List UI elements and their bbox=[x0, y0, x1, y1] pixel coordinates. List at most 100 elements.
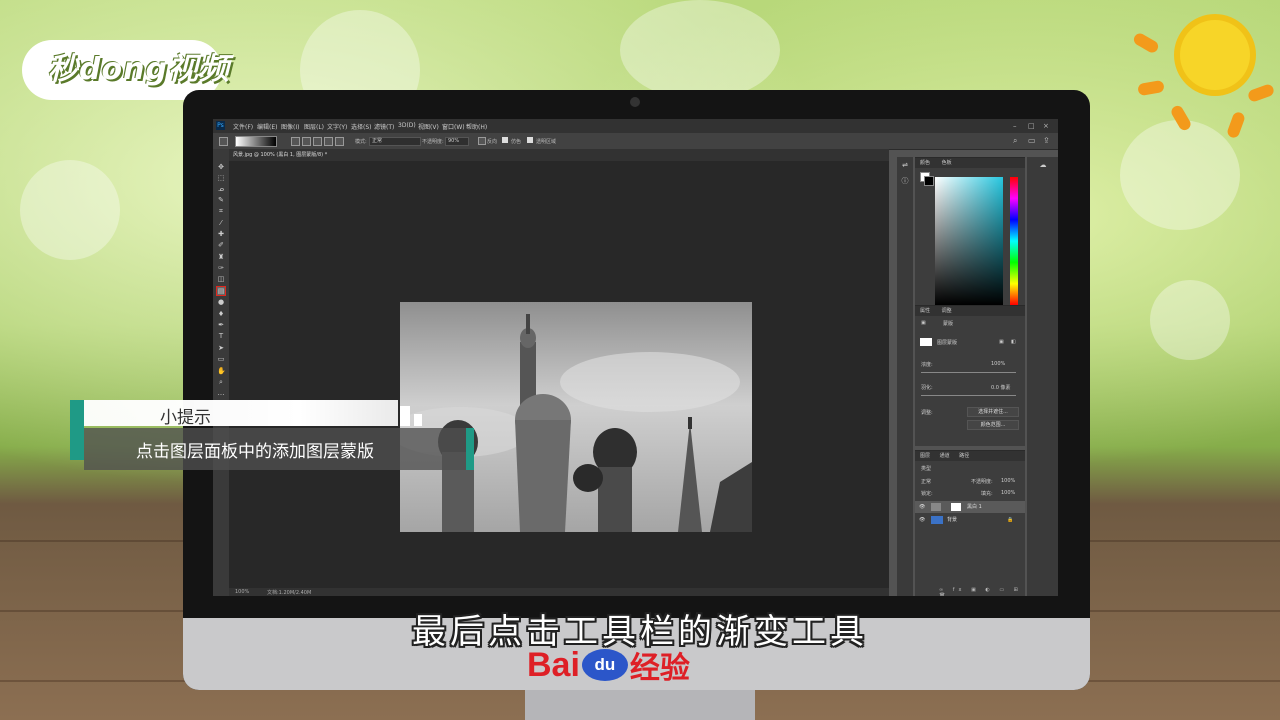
move-tool-icon[interactable]: ✥ bbox=[217, 163, 225, 171]
menu-3d[interactable]: 3D(D) bbox=[398, 122, 416, 129]
tip-overlay: 小提示 点击图层面板中的添加图层蒙版 bbox=[70, 400, 475, 470]
layer-row[interactable]: 👁 黑白 1 bbox=[915, 501, 1025, 513]
libraries-icon[interactable]: ☁ bbox=[1039, 161, 1047, 169]
clone-stamp-tool-icon[interactable]: ♜ bbox=[217, 253, 225, 261]
select-and-mask-button[interactable]: 选择并遮住... bbox=[967, 407, 1019, 417]
zoom-tool-icon[interactable]: ⌕ bbox=[217, 378, 225, 386]
menu-layer[interactable]: 图层(L) bbox=[304, 122, 324, 131]
info-panel-icon[interactable]: ⓘ bbox=[901, 177, 909, 185]
history-brush-tool-icon[interactable]: ✑ bbox=[217, 264, 225, 272]
status-bar: 100% 文档:1.20M/2.40M bbox=[229, 588, 889, 596]
background-color-swatch[interactable] bbox=[924, 176, 934, 186]
feather-slider[interactable] bbox=[921, 395, 1016, 396]
photoshop-window: Ps 文件(F) 编辑(E) 图像(I) 图层(L) 文字(Y) 选择(S) 滤… bbox=[213, 119, 1058, 596]
right-dock-strip: ☁ bbox=[1027, 157, 1058, 596]
canvas-area[interactable] bbox=[229, 161, 889, 588]
menu-file[interactable]: 文件(F) bbox=[233, 122, 253, 131]
lasso-tool-icon[interactable]: ᓄ bbox=[217, 185, 225, 193]
search-icon[interactable]: ⌕ bbox=[1013, 136, 1017, 146]
monitor-stand bbox=[525, 690, 755, 720]
opacity-label: 不透明度: bbox=[422, 139, 444, 145]
mode-select[interactable]: 正常 bbox=[369, 137, 421, 146]
radial-gradient-icon[interactable] bbox=[302, 137, 311, 146]
brush-tool-icon[interactable]: ✐ bbox=[217, 241, 225, 249]
diamond-gradient-icon[interactable] bbox=[335, 137, 344, 146]
menu-help[interactable]: 帮助(H) bbox=[466, 122, 487, 131]
gradient-tool-icon[interactable]: ▤ bbox=[216, 286, 226, 296]
feather-value[interactable]: 0.0 像素 bbox=[991, 384, 1011, 391]
hand-tool-icon[interactable]: ✋ bbox=[217, 367, 226, 375]
menu-window[interactable]: 窗口(W) bbox=[442, 122, 465, 131]
menu-select[interactable]: 选择(S) bbox=[351, 122, 372, 131]
baidu-logo-jingyan: 经验 bbox=[629, 651, 690, 686]
bokeh-light bbox=[1150, 280, 1230, 360]
healing-brush-tool-icon[interactable]: ✚ bbox=[217, 230, 225, 238]
tab-properties[interactable]: 属性 bbox=[920, 308, 930, 314]
close-icon[interactable]: × bbox=[1043, 122, 1049, 130]
blur-tool-icon[interactable]: ● bbox=[217, 298, 225, 306]
transparency-checkbox[interactable] bbox=[527, 137, 533, 143]
lock-label: 锁定: bbox=[921, 491, 933, 497]
eyedropper-tool-icon[interactable]: ⁄ bbox=[217, 219, 225, 227]
gradient-tool-preset-icon[interactable] bbox=[219, 137, 228, 146]
workspace-icon[interactable]: ▭ bbox=[1028, 136, 1036, 145]
reflected-gradient-icon[interactable] bbox=[324, 137, 333, 146]
menu-filter[interactable]: 滤镜(T) bbox=[374, 122, 394, 131]
hue-slider[interactable] bbox=[1010, 177, 1018, 305]
tab-channels[interactable]: 通道 bbox=[940, 453, 950, 459]
layer-mask-thumbnail[interactable] bbox=[951, 503, 961, 511]
fill-label: 填充: bbox=[981, 491, 993, 497]
baidu-jingyan-logo: Bai du 经验 bbox=[527, 645, 690, 687]
pen-tool-icon[interactable]: ✒ bbox=[217, 321, 225, 329]
dodge-tool-icon[interactable]: ♦ bbox=[217, 310, 225, 318]
marquee-tool-icon[interactable]: ⬚ bbox=[217, 174, 225, 182]
quick-select-tool-icon[interactable]: ✎ bbox=[217, 196, 225, 204]
tab-layers[interactable]: 图层 bbox=[920, 453, 930, 459]
pixel-mask-icon[interactable]: ▣ bbox=[999, 339, 1004, 345]
minimize-icon[interactable]: – bbox=[1013, 122, 1017, 130]
eraser-tool-icon[interactable]: ◫ bbox=[217, 275, 225, 283]
tools-panel: ✥ ⬚ ᓄ ✎ ⌗ ⁄ ✚ ✐ ♜ ✑ ◫ ▤ ● ♦ ✒ T ➤ ▭ ✋ ⌕ … bbox=[213, 149, 229, 596]
eye-icon[interactable]: 👁 bbox=[919, 514, 925, 526]
menu-image[interactable]: 图像(I) bbox=[281, 122, 299, 131]
blend-mode-select[interactable]: 正常 bbox=[921, 478, 931, 485]
share-icon[interactable]: ⇪ bbox=[1043, 136, 1050, 145]
density-slider[interactable] bbox=[921, 372, 1016, 373]
tab-color[interactable]: 颜色 bbox=[920, 160, 930, 166]
vector-mask-icon[interactable]: ◧ bbox=[1011, 339, 1016, 345]
angle-gradient-icon[interactable] bbox=[313, 137, 322, 146]
layer-opacity-label: 不透明度: bbox=[971, 479, 993, 485]
opacity-input[interactable]: 90% bbox=[445, 137, 469, 146]
more-tools-icon[interactable]: … bbox=[217, 389, 225, 397]
menu-view[interactable]: 视图(V) bbox=[418, 122, 439, 131]
shape-tool-icon[interactable]: ▭ bbox=[217, 355, 225, 363]
history-panel-icon[interactable]: ⇌ bbox=[901, 161, 909, 169]
dither-checkbox[interactable] bbox=[502, 137, 508, 143]
fill-value[interactable]: 100% bbox=[1001, 490, 1015, 496]
eye-icon[interactable]: 👁 bbox=[919, 501, 925, 513]
menu-edit[interactable]: 编辑(E) bbox=[257, 122, 277, 131]
transparency-label: 透明区域 bbox=[536, 139, 557, 145]
document-tab[interactable]: 风景.jpg @ 100% (黑白 1, 图层蒙版/8) * bbox=[233, 151, 327, 158]
type-tool-icon[interactable]: T bbox=[217, 332, 225, 340]
tab-paths[interactable]: 路径 bbox=[959, 453, 969, 459]
bokeh-light bbox=[620, 0, 780, 100]
maximize-icon[interactable]: □ bbox=[1028, 122, 1035, 130]
gradient-picker[interactable] bbox=[235, 136, 277, 147]
sun-icon bbox=[1180, 20, 1250, 90]
layers-bottom-actions[interactable]: ∞ fx ▣ ◐ ▭ ⊞ 🗑 bbox=[939, 587, 1025, 596]
path-select-tool-icon[interactable]: ➤ bbox=[217, 344, 225, 352]
layer-opacity-value[interactable]: 100% bbox=[1001, 478, 1015, 484]
crop-tool-icon[interactable]: ⌗ bbox=[217, 207, 225, 215]
color-picker-field[interactable] bbox=[935, 177, 1003, 305]
density-value[interactable]: 100% bbox=[991, 361, 1005, 367]
brand-logo: 秒dong视频 bbox=[48, 52, 230, 87]
tab-adjustments[interactable]: 调整 bbox=[942, 308, 952, 314]
linear-gradient-icon[interactable] bbox=[291, 137, 300, 146]
reverse-checkbox[interactable] bbox=[478, 137, 486, 145]
menu-type[interactable]: 文字(Y) bbox=[327, 122, 347, 131]
filter-kind-select[interactable]: 类型 bbox=[921, 465, 931, 472]
tab-swatches[interactable]: 色板 bbox=[942, 160, 952, 166]
layer-row[interactable]: 👁 背景 🔒 bbox=[915, 514, 1025, 526]
color-range-button[interactable]: 颜色范围... bbox=[967, 420, 1019, 430]
